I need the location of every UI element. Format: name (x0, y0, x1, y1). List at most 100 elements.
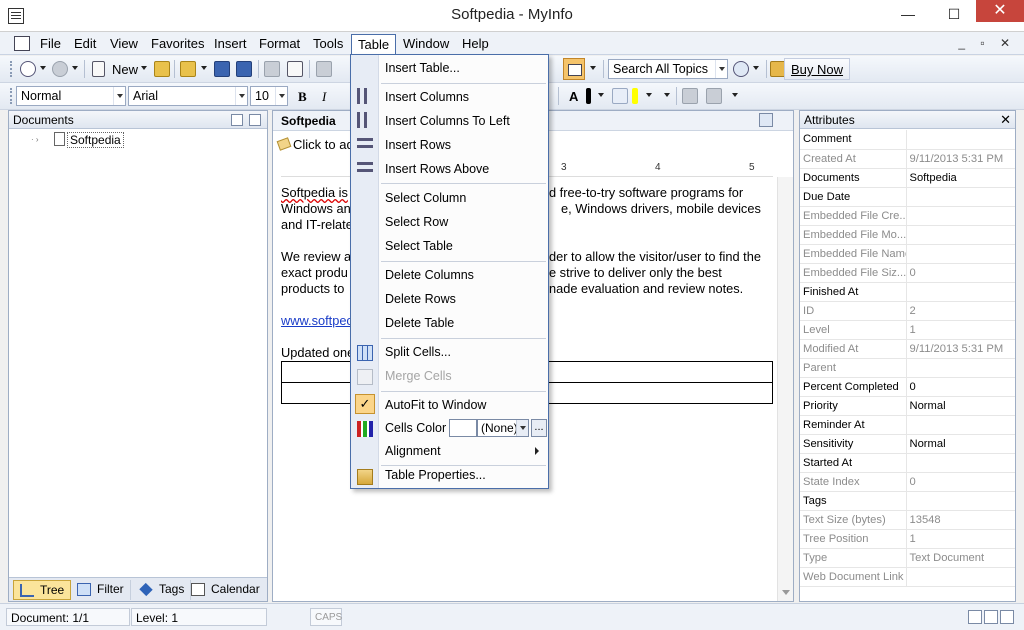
bold-button[interactable]: B (298, 89, 307, 105)
attribute-row[interactable]: Tree Position 1 (800, 529, 1015, 549)
attribute-row[interactable]: Embedded File Siz... 0 (800, 263, 1015, 283)
attribute-value[interactable]: Normal (906, 396, 1015, 416)
font-size-select[interactable]: 10 (250, 86, 288, 106)
menu-select-table[interactable]: Select Table (385, 239, 453, 253)
attribute-row[interactable]: Text Size (bytes) 13548 (800, 510, 1015, 530)
scroll-down-icon[interactable] (782, 590, 790, 595)
forward-dropdown-icon[interactable] (72, 66, 78, 70)
font-color-dropdown-icon[interactable] (598, 93, 604, 97)
document-icon[interactable] (14, 36, 30, 51)
menu-insert[interactable]: Insert (208, 34, 253, 54)
tab-tags[interactable]: Tags (133, 580, 192, 600)
toolbar-options-icon[interactable] (732, 93, 738, 97)
split-view-icon[interactable] (1000, 610, 1014, 624)
highlight-dropdown-icon[interactable] (646, 93, 652, 97)
new-button[interactable]: New (112, 62, 138, 77)
toolbar-grip[interactable] (10, 88, 13, 104)
attribute-value[interactable] (906, 187, 1015, 207)
forward-icon[interactable] (52, 61, 68, 77)
tab-filter[interactable]: Filter (71, 580, 131, 600)
attribute-row[interactable]: Level 1 (800, 320, 1015, 340)
open-dropdown-icon[interactable] (201, 66, 207, 70)
attribute-row[interactable]: State Index 0 (800, 472, 1015, 492)
normal-view-icon[interactable] (968, 610, 982, 624)
attribute-row[interactable]: Parent (800, 358, 1015, 378)
chevron-down-icon[interactable] (516, 420, 528, 436)
mdi-window-controls[interactable]: _ ▫ ✕ (958, 36, 1016, 50)
attribute-row[interactable]: Web Document Link (800, 567, 1015, 587)
menu-delete-columns[interactable]: Delete Columns (385, 268, 474, 282)
attribute-row[interactable]: Finished At (800, 282, 1015, 302)
attribute-row[interactable]: Reminder At (800, 415, 1015, 435)
attribute-row[interactable]: Type Text Document (800, 548, 1015, 568)
menu-table[interactable]: Table (351, 34, 397, 54)
menu-select-row[interactable]: Select Row (385, 215, 448, 229)
open-folder-icon[interactable] (180, 61, 196, 77)
back-icon[interactable] (20, 61, 36, 77)
more-format-dropdown-icon[interactable] (664, 93, 670, 97)
document-link[interactable]: www.softpec (281, 313, 353, 328)
attribute-row[interactable]: Embedded File Mo... (800, 225, 1015, 245)
properties-view-button[interactable] (563, 58, 585, 80)
menu-favorites[interactable]: Favorites (145, 34, 210, 54)
close-button[interactable]: ✕ (976, 0, 1024, 22)
attribute-row[interactable]: Sensitivity Normal (800, 434, 1015, 454)
font-color-button[interactable]: A (569, 89, 578, 104)
import-icon[interactable] (154, 61, 170, 77)
menu-split-cells[interactable]: Split Cells... (385, 345, 451, 359)
attribute-row[interactable]: Modified At 9/11/2013 5:31 PM (800, 339, 1015, 359)
attribute-value[interactable] (906, 130, 1015, 150)
attribute-row[interactable]: Tags (800, 491, 1015, 511)
menu-table-properties[interactable]: Table Properties... (385, 468, 486, 482)
menu-insert-rows[interactable]: Insert Rows (385, 138, 451, 152)
menu-file[interactable]: File (34, 34, 67, 54)
menu-tools[interactable]: Tools (307, 34, 349, 54)
menu-alignment[interactable]: Alignment (385, 444, 441, 458)
menu-edit[interactable]: Edit (68, 34, 102, 54)
save-icon[interactable] (214, 61, 230, 77)
editor-scrollbar[interactable] (777, 177, 793, 601)
attribute-row[interactable]: Priority Normal (800, 396, 1015, 416)
close-icon[interactable]: ✕ (1000, 112, 1011, 128)
back-dropdown-icon[interactable] (40, 66, 46, 70)
menu-delete-table[interactable]: Delete Table (385, 316, 454, 330)
search-dropdown-icon[interactable] (753, 66, 759, 70)
save-all-icon[interactable] (236, 61, 252, 77)
menu-insert-table[interactable]: Insert Table... (385, 61, 460, 75)
print-icon[interactable] (264, 61, 280, 77)
minimize-button[interactable]: — (885, 0, 931, 30)
menu-format[interactable]: Format (253, 34, 306, 54)
font-name-select[interactable]: Arial (128, 86, 248, 106)
attribute-value[interactable] (906, 491, 1015, 511)
attribute-value[interactable]: Softpedia (906, 168, 1015, 188)
tree-expander-icon[interactable]: · › (31, 135, 39, 144)
chevron-down-icon[interactable] (715, 60, 727, 78)
layout-view-icon[interactable] (984, 610, 998, 624)
print-preview-icon[interactable] (287, 61, 303, 77)
search-icon[interactable] (733, 61, 749, 77)
toolbar-grip[interactable] (10, 61, 13, 77)
tree-item-label[interactable]: Softpedia (67, 132, 124, 148)
attribute-value[interactable] (906, 415, 1015, 435)
new-dropdown-icon[interactable] (141, 66, 147, 70)
tab-tree[interactable]: Tree (13, 580, 72, 600)
menu-view[interactable]: View (104, 34, 144, 54)
tab-calendar[interactable]: Calendar (185, 580, 266, 600)
insert-image-icon[interactable] (682, 88, 698, 104)
highlight-icon[interactable] (612, 88, 628, 104)
more-colors-button[interactable]: ... (531, 419, 547, 437)
cut-icon[interactable] (316, 61, 332, 77)
attribute-row[interactable]: ID 2 (800, 301, 1015, 321)
attribute-row[interactable]: Documents Softpedia (800, 168, 1015, 188)
attribute-value[interactable] (906, 453, 1015, 473)
attribute-value[interactable]: Normal (906, 434, 1015, 454)
new-page-icon[interactable] (231, 114, 243, 126)
click-to-add-hint[interactable]: Click to ad (293, 137, 354, 152)
attribute-row[interactable]: Embedded File Cre... (800, 206, 1015, 226)
buy-now-button[interactable]: Buy Now (784, 58, 851, 80)
menu-select-column[interactable]: Select Column (385, 191, 466, 205)
menu-cells-color[interactable]: Cells Color (385, 421, 446, 435)
attribute-row[interactable]: Percent Completed 0 (800, 377, 1015, 397)
view-dropdown-icon[interactable] (590, 66, 596, 70)
menu-autofit-window[interactable]: AutoFit to Window (385, 398, 486, 412)
